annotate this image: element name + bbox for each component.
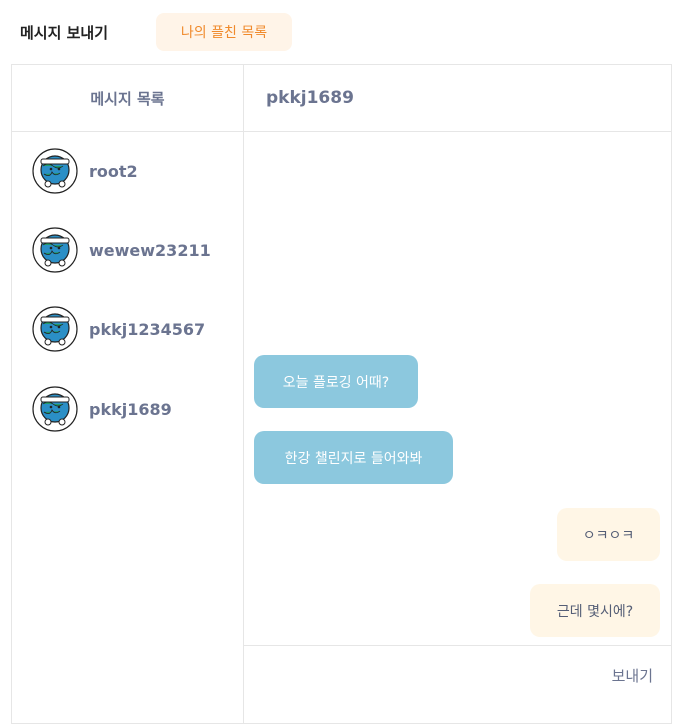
- contact-item-pkkj1234567[interactable]: pkkj1234567: [32, 305, 205, 353]
- earth-mascot-icon: [32, 386, 78, 432]
- contact-name: wewew23211: [89, 240, 211, 260]
- followers-list-button[interactable]: 나의 플친 목록: [156, 13, 292, 51]
- message-list-title: 메시지 목록: [12, 65, 243, 132]
- message-list-sidebar: 메시지 목록 root2 wewew23211 pkkj1234567 pkkj…: [12, 65, 244, 723]
- contact-name: pkkj1689: [89, 399, 172, 419]
- contact-item-pkkj1689[interactable]: pkkj1689: [32, 385, 172, 433]
- chat-area: pkkj1689 오늘 플로깅 어때? 한강 챌린지로 들어와봐 ㅇㅋㅇㅋ 근데…: [243, 65, 671, 723]
- message-bubble-incoming: 한강 챌린지로 들어와봐: [254, 431, 453, 484]
- earth-mascot-icon: [32, 148, 78, 194]
- earth-mascot-icon: [32, 227, 78, 273]
- earth-mascot-icon: [32, 306, 78, 352]
- message-bubble-incoming: 오늘 플로깅 어때?: [254, 355, 418, 408]
- message-composer: 보내기: [243, 645, 671, 725]
- contact-item-root2[interactable]: root2: [32, 147, 138, 195]
- contact-name: pkkj1234567: [89, 319, 206, 339]
- contact-item-wewew23211[interactable]: wewew23211: [32, 226, 211, 274]
- messenger-panel: 메시지 목록 root2 wewew23211 pkkj1234567 pkkj…: [11, 64, 672, 724]
- contact-name: root2: [89, 161, 138, 181]
- chat-partner-name: pkkj1689: [243, 65, 671, 132]
- page-title: 메시지 보내기: [20, 24, 109, 42]
- top-bar: 메시지 보내기 나의 플친 목록: [0, 0, 683, 64]
- send-button[interactable]: 보내기: [612, 665, 653, 686]
- message-bubble-outgoing: ㅇㅋㅇㅋ: [557, 508, 660, 561]
- message-input[interactable]: [253, 658, 597, 696]
- message-bubble-outgoing: 근데 몇시에?: [530, 584, 660, 637]
